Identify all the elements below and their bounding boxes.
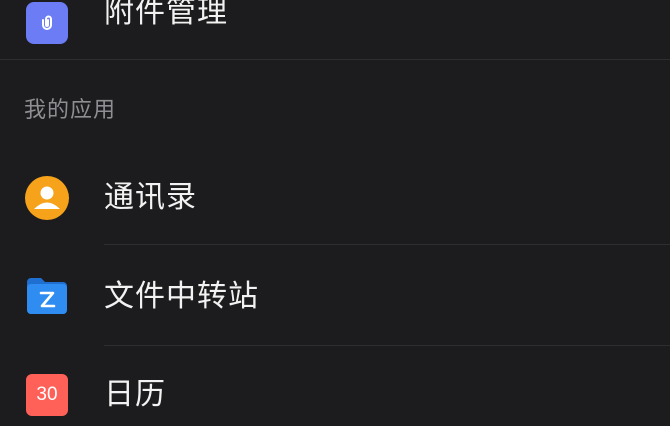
settings-list-screen: 附件管理 我的应用 通讯录 文件中转站 30 日历	[0, 0, 670, 416]
list-item-contacts[interactable]: 通讯录	[0, 150, 670, 244]
list-item-attachments[interactable]: 附件管理	[0, 0, 670, 60]
contacts-icon	[25, 176, 69, 220]
calendar-date-badge: 30	[36, 384, 58, 405]
attachment-icon	[26, 2, 68, 44]
section-header-my-apps: 我的应用	[24, 98, 117, 123]
divider	[0, 59, 670, 60]
list-item-file-transfer[interactable]: 文件中转站	[0, 245, 670, 345]
list-item-label: 文件中转站	[104, 279, 259, 314]
list-item-calendar[interactable]: 30 日历	[0, 346, 670, 426]
list-item-label: 附件管理	[104, 0, 228, 30]
calendar-icon: 30	[26, 374, 68, 416]
list-item-label: 日历	[104, 377, 166, 412]
file-transfer-icon	[25, 276, 69, 316]
list-item-label: 通讯录	[104, 180, 197, 215]
